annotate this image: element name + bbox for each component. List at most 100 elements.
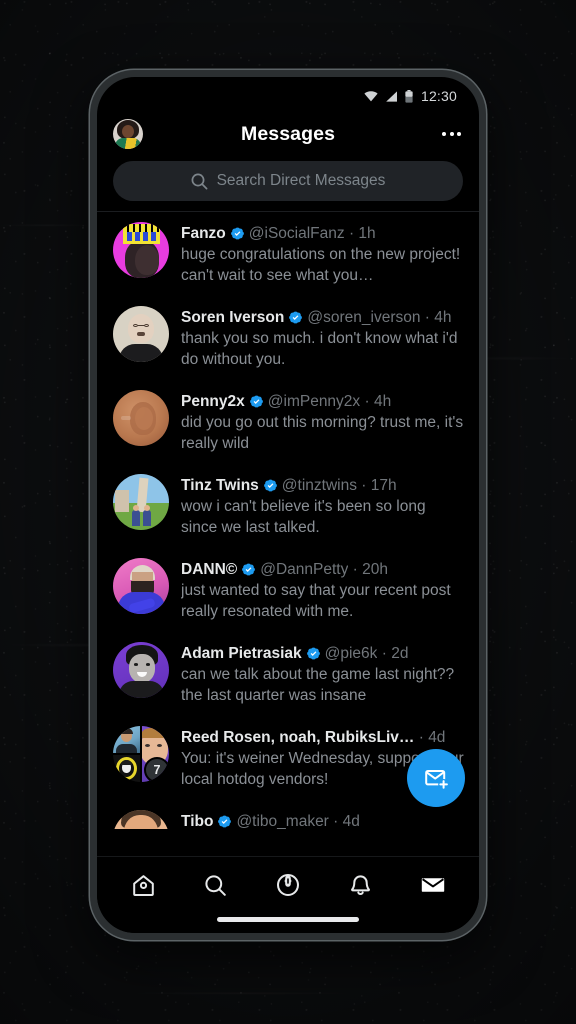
bottom-navigation-bar bbox=[97, 856, 479, 933]
bell-icon bbox=[350, 874, 370, 895]
nav-item-messages[interactable] bbox=[407, 865, 459, 905]
conversation-name-line: DANN© @DannPetty 20h bbox=[181, 560, 465, 579]
display-name: Penny2x bbox=[181, 393, 245, 410]
handle: @tibo_maker bbox=[236, 813, 329, 829]
search-icon bbox=[205, 874, 226, 896]
avatar-face bbox=[122, 125, 134, 138]
timestamp: 4h bbox=[360, 392, 391, 411]
display-name: Reed Rosen, noah, RubiksLiv… bbox=[181, 729, 415, 746]
display-name: Soren Iverson bbox=[181, 309, 285, 326]
dot-icon bbox=[449, 132, 454, 136]
dann-avatar[interactable] bbox=[113, 558, 169, 614]
conversation-content: DANN© @DannPetty 20h just wanted to say … bbox=[181, 558, 465, 622]
message-preview: thank you so much. i don't know what i'd… bbox=[181, 330, 458, 368]
verified-badge-icon bbox=[218, 815, 232, 828]
conversation-row[interactable]: Tinz Twins @tinztwins 17h wow i can't be… bbox=[97, 464, 479, 548]
more-options-button[interactable] bbox=[442, 126, 461, 142]
display-name: Tibo bbox=[181, 813, 214, 829]
verified-badge-icon bbox=[242, 563, 256, 576]
handle: @soren_iverson bbox=[307, 309, 421, 326]
conversation-content: Soren Iverson @soren_iverson 4h thank yo… bbox=[181, 306, 465, 370]
conversation-row[interactable]: Fanzo @iSocialFanz 1h huge congratulatio… bbox=[97, 212, 479, 296]
home-indicator bbox=[217, 917, 359, 922]
battery-icon bbox=[405, 89, 413, 103]
verified-badge-icon bbox=[249, 395, 263, 408]
conversation-row[interactable]: Penny2x @imPenny2x 4h did you go out thi… bbox=[97, 380, 479, 464]
profile-avatar[interactable] bbox=[113, 119, 143, 149]
timestamp: 17h bbox=[357, 476, 397, 495]
verified-badge-icon bbox=[230, 227, 244, 240]
timestamp: 20h bbox=[348, 560, 388, 579]
display-name: DANN© bbox=[181, 561, 238, 578]
display-name: Adam Pietrasiak bbox=[181, 645, 302, 662]
group-avatar[interactable]: 7 bbox=[113, 726, 169, 782]
dot-icon bbox=[442, 132, 446, 136]
verified-badge-icon bbox=[263, 479, 277, 492]
tinz-twins-avatar[interactable] bbox=[113, 474, 169, 530]
dot-icon bbox=[457, 132, 461, 136]
display-name: Fanzo bbox=[181, 225, 226, 242]
conversation-row[interactable]: Adam Pietrasiak @pie6k 2d can we talk ab… bbox=[97, 632, 479, 716]
app-header: Messages bbox=[97, 109, 479, 159]
conversation-name-line: Penny2x @imPenny2x 4h bbox=[181, 392, 465, 411]
penny2x-avatar[interactable] bbox=[113, 390, 169, 446]
adam-pietrasiak-avatar[interactable] bbox=[113, 642, 169, 698]
wifi-icon bbox=[364, 90, 378, 101]
status-bar: 12:30 bbox=[97, 77, 479, 109]
message-preview: huge congratulations on the new project!… bbox=[181, 246, 461, 284]
verified-badge-icon bbox=[306, 647, 320, 660]
conversation-content: Fanzo @iSocialFanz 1h huge congratulatio… bbox=[181, 222, 465, 286]
conversation-name-line: Fanzo @iSocialFanz 1h bbox=[181, 224, 465, 243]
spaces-microphone-icon bbox=[276, 874, 299, 896]
envelope-icon bbox=[421, 878, 444, 892]
conversation-content: Tinz Twins @tinztwins 17h wow i can't be… bbox=[181, 474, 465, 538]
conversation-row[interactable]: Tibo @tibo_maker 4d bbox=[97, 800, 479, 829]
message-preview: can we talk about the game last night?? … bbox=[181, 666, 455, 704]
compose-message-button[interactable] bbox=[407, 749, 465, 807]
timestamp: 4h bbox=[420, 308, 451, 327]
nav-item-home[interactable] bbox=[117, 865, 169, 905]
fanzo-avatar[interactable] bbox=[113, 222, 169, 278]
message-preview: just wanted to say that your recent post… bbox=[181, 582, 451, 620]
timestamp: 2d bbox=[377, 644, 408, 663]
conversation-row[interactable]: Soren Iverson @soren_iverson 4h thank yo… bbox=[97, 296, 479, 380]
group-avatar-thumb bbox=[113, 726, 140, 753]
verified-badge-icon bbox=[289, 311, 303, 324]
conversation-name-line: Tibo @tibo_maker 4d bbox=[181, 812, 465, 829]
bottom-nav-icons bbox=[97, 857, 479, 907]
phone-screen: 12:30 Messages Search Direct Messages Fa… bbox=[97, 77, 479, 933]
search-input[interactable]: Search Direct Messages bbox=[113, 161, 463, 201]
conversation-content: Penny2x @imPenny2x 4h did you go out thi… bbox=[181, 390, 465, 454]
compose-message-icon bbox=[424, 769, 449, 790]
soren-iverson-avatar[interactable] bbox=[113, 306, 169, 362]
phone-mockup-frame: 12:30 Messages Search Direct Messages Fa… bbox=[90, 70, 486, 940]
nav-item-notifications[interactable] bbox=[334, 865, 386, 905]
conversation-name-line: Soren Iverson @soren_iverson 4h bbox=[181, 308, 465, 327]
conversation-content: Tibo @tibo_maker 4d bbox=[181, 810, 465, 829]
timestamp: 4d bbox=[414, 728, 445, 747]
home-icon bbox=[132, 874, 154, 896]
nav-item-spaces[interactable] bbox=[262, 865, 314, 905]
handle: @pie6k bbox=[324, 645, 378, 662]
nav-item-search[interactable] bbox=[190, 865, 242, 905]
status-bar-clock: 12:30 bbox=[420, 88, 457, 104]
handle: @iSocialFanz bbox=[248, 225, 345, 242]
group-avatar-thumb bbox=[113, 755, 140, 782]
search-section: Search Direct Messages bbox=[97, 159, 479, 211]
display-name: Tinz Twins bbox=[181, 477, 259, 494]
message-preview: wow i can't believe it's been so long si… bbox=[181, 498, 426, 536]
conversation-content: Adam Pietrasiak @pie6k 2d can we talk ab… bbox=[181, 642, 465, 706]
conversation-list[interactable]: Fanzo @iSocialFanz 1h huge congratulatio… bbox=[97, 212, 479, 829]
handle: @tinztwins bbox=[281, 477, 357, 494]
tibo-avatar[interactable] bbox=[113, 810, 169, 829]
message-preview: did you go out this morning? trust me, i… bbox=[181, 414, 464, 452]
group-member-count-badge: 7 bbox=[144, 757, 169, 782]
search-placeholder: Search Direct Messages bbox=[216, 172, 386, 189]
search-icon bbox=[191, 173, 208, 189]
conversation-row[interactable]: DANN© @DannPetty 20h just wanted to say … bbox=[97, 548, 479, 632]
handle: @DannPetty bbox=[260, 561, 349, 578]
conversation-name-line: Tinz Twins @tinztwins 17h bbox=[181, 476, 465, 495]
cellular-signal-icon bbox=[386, 90, 397, 102]
avatar-body bbox=[115, 138, 141, 149]
handle: @imPenny2x bbox=[267, 393, 361, 410]
